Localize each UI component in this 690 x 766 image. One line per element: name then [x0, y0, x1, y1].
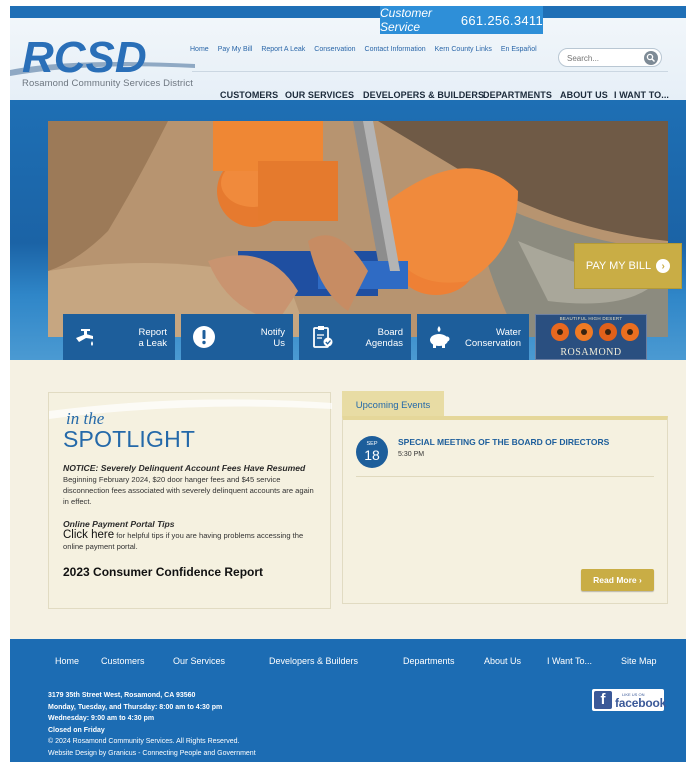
toplink-home[interactable]: Home: [190, 46, 209, 53]
footer-hours-1: Monday, Tuesday, and Thursday: 8:00 am t…: [48, 703, 223, 711]
poppy-flower-icon: [621, 323, 639, 341]
tile-board-line2: Agendas: [365, 338, 403, 349]
footer-link-about-us[interactable]: About Us: [484, 656, 521, 666]
rcsd-logo[interactable]: RCSD: [10, 34, 195, 82]
search-button[interactable]: [644, 51, 658, 65]
spotlight-panel: in the SPOTLIGHT NOTICE: Severely Delinq…: [48, 392, 332, 609]
clipboard-icon: [313, 326, 333, 348]
poppy-flower-icon: [575, 323, 593, 341]
event-divider: [356, 476, 654, 477]
alert-icon: [193, 326, 215, 348]
toplink-kern-county-links[interactable]: Kern County Links: [435, 46, 492, 53]
tile-board-line1: Board: [377, 327, 403, 338]
toplink-en-espanol[interactable]: En Español: [501, 46, 537, 53]
hero-photo: [48, 121, 668, 337]
tile-report-a-leak[interactable]: Report a Leak: [63, 314, 175, 360]
footer-info: 3179 35th Street West, Rosamond, CA 9356…: [48, 690, 256, 759]
tile-water-line1: Water: [496, 327, 521, 338]
event-date-badge: SEP 18: [356, 436, 388, 468]
footer-link-our-services[interactable]: Our Services: [173, 656, 225, 666]
toplink-report-a-leak[interactable]: Report A Leak: [261, 46, 305, 53]
search-icon: [646, 53, 655, 62]
facebook-icon: f: [594, 691, 612, 709]
site-footer: Home Customers Our Services Developers &…: [10, 639, 686, 762]
footer-link-i-want-to[interactable]: I Want To...: [547, 656, 592, 666]
footer-nav: Home Customers Our Services Developers &…: [10, 656, 686, 670]
nav-customers[interactable]: CUSTOMERS: [220, 90, 278, 100]
footer-hours-2: Wednesday: 9:00 am to 4:30 pm: [48, 715, 155, 722]
footer-credit[interactable]: Website Design by Granicus - Connecting …: [48, 748, 256, 760]
faucet-icon: [76, 329, 93, 346]
footer-address: 3179 35th Street West, Rosamond, CA 9356…: [48, 692, 196, 699]
piggy-bank-icon: [430, 326, 450, 348]
hero-section: PAY MY BILL › Report a Leak Notify Us Bo…: [10, 100, 686, 360]
pay-my-bill-label: PAY MY BILL: [585, 260, 652, 272]
search-box: [558, 48, 662, 67]
top-bar: [10, 6, 686, 18]
tile-water-conservation[interactable]: Water Conservation: [417, 314, 529, 360]
toplink-contact-information[interactable]: Contact Information: [365, 46, 426, 53]
facebook-wordmark: facebook: [615, 696, 667, 710]
tile-notify-line2: Us: [273, 338, 285, 349]
tile-report-line1: Report: [138, 327, 167, 338]
consumer-confidence-report-link[interactable]: 2023 Consumer Confidence Report: [63, 565, 263, 579]
event-title[interactable]: SPECIAL MEETING OF THE BOARD OF DIRECTOR…: [398, 437, 609, 447]
footer-link-departments[interactable]: Departments: [403, 656, 455, 666]
rosamond-banner[interactable]: BEAUTIFUL HIGH DESERT ROSAMOND: [535, 314, 647, 360]
tile-report-line2: a Leak: [138, 338, 167, 349]
search-input[interactable]: [567, 52, 637, 64]
customer-service-box[interactable]: Customer Service 661.256.3411: [380, 6, 543, 34]
chevron-right-icon: ›: [656, 259, 671, 273]
click-here-link[interactable]: Click here: [63, 529, 114, 541]
footer-copyright: © 2024 Rosamond Community Services. All …: [48, 738, 240, 745]
event-day: 18: [364, 447, 380, 463]
customer-service-phone[interactable]: 661.256.3411: [461, 13, 543, 28]
tile-notify-us[interactable]: Notify Us: [181, 314, 293, 360]
event-time: 5:30 PM: [398, 451, 425, 458]
poppy-flower-icon: [599, 323, 617, 341]
notice-heading[interactable]: NOTICE: Severely Delinquent Account Fees…: [63, 463, 321, 474]
pay-my-bill-button[interactable]: PAY MY BILL ›: [574, 243, 682, 289]
header-divider: [192, 71, 668, 72]
nav-developers-builders[interactable]: DEVELOPERS & BUILDERS: [363, 90, 484, 100]
portal-heading: Online Payment Portal Tips: [63, 519, 175, 529]
read-more-button[interactable]: Read More ›: [581, 569, 654, 591]
upcoming-events-tab[interactable]: Upcoming Events: [342, 391, 444, 419]
tile-water-line2: Conservation: [465, 338, 521, 349]
nav-i-want-to[interactable]: I WANT TO...: [614, 90, 669, 100]
footer-hours-3: Closed on Friday: [48, 726, 105, 734]
spotlight-title: SPOTLIGHT: [63, 426, 196, 452]
rosamond-banner-top: BEAUTIFUL HIGH DESERT: [559, 316, 623, 321]
footer-link-site-map[interactable]: Site Map: [621, 656, 657, 666]
nav-departments[interactable]: DEPARTMENTS: [483, 90, 552, 100]
logo-text: RCSD: [22, 34, 147, 82]
footer-link-developers-builders[interactable]: Developers & Builders: [269, 656, 358, 666]
page: RCSD Rosamond Community Services Distric…: [10, 6, 686, 762]
toplink-conservation[interactable]: Conservation: [314, 46, 355, 53]
top-links: Home Pay My Bill Report A Leak Conservat…: [190, 46, 537, 53]
customer-service-label: Customer Service: [380, 6, 433, 34]
toplink-pay-my-bill[interactable]: Pay My Bill: [218, 46, 253, 53]
footer-link-home[interactable]: Home: [55, 656, 79, 666]
rosamond-banner-word: ROSAMOND: [560, 347, 622, 358]
nav-our-services[interactable]: OUR SERVICES: [285, 90, 354, 100]
tile-board-agendas[interactable]: Board Agendas: [299, 314, 411, 360]
events-panel: SEP 18 SPECIAL MEETING OF THE BOARD OF D…: [342, 416, 668, 604]
facebook-button[interactable]: f LIKE US ON facebook: [592, 689, 667, 711]
tile-notify-line1: Notify: [260, 327, 285, 338]
notice-body: Beginning February 2024, $20 door hanger…: [63, 475, 314, 506]
quick-link-tiles: Report a Leak Notify Us Board Agendas Wa…: [63, 314, 663, 360]
nav-about-us[interactable]: ABOUT US: [560, 90, 608, 100]
poppy-flower-icon: [551, 323, 569, 341]
footer-link-customers[interactable]: Customers: [101, 656, 145, 666]
site-header: RCSD Rosamond Community Services Distric…: [10, 18, 686, 100]
